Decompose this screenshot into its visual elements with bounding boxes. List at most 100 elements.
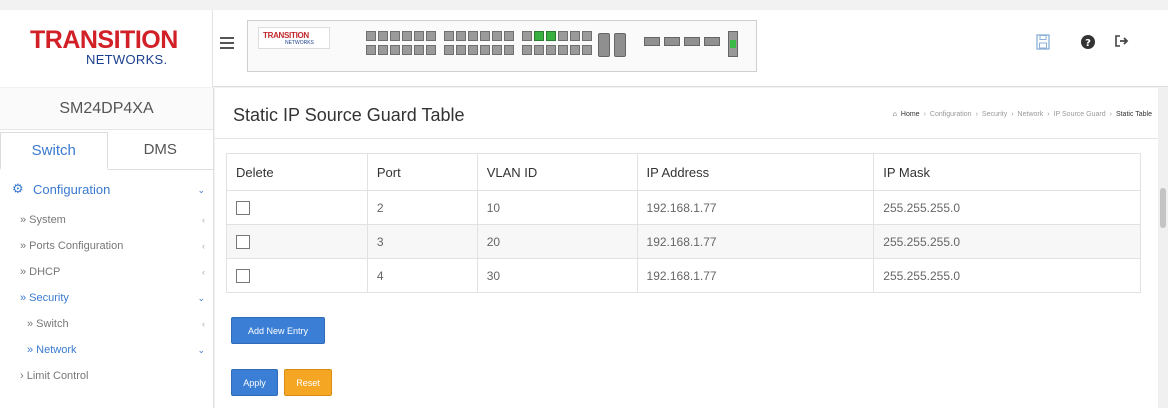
- page-title: Static IP Source Guard Table: [233, 105, 465, 125]
- table-row: 2 10 192.168.1.77 255.255.255.0: [226, 190, 1141, 225]
- breadcrumb: ⌂ Home › Configuration › Security › Network › IP …: [893, 111, 1152, 118]
- ip-address-cell: 192.168.1.77: [636, 190, 875, 225]
- sidebar-item-label: » Security: [20, 292, 69, 304]
- sidebar-tabs: Switch DMS: [0, 132, 213, 170]
- uplink-port[interactable]: [664, 37, 680, 46]
- sfp-port[interactable]: [614, 33, 626, 57]
- breadcrumb-item[interactable]: IP Source Guard: [1054, 111, 1106, 118]
- table-row: 3 20 192.168.1.77 255.255.255.0: [226, 224, 1141, 259]
- delete-cell: [226, 224, 368, 259]
- uplink-port[interactable]: [684, 37, 700, 46]
- sidebar-item-security[interactable]: » Security ⌄: [0, 285, 213, 311]
- sfp-port[interactable]: [598, 33, 610, 57]
- sidebar-item-ports-configuration[interactable]: » Ports Configuration ‹: [0, 233, 213, 259]
- vlan-id-cell: 30: [476, 258, 638, 293]
- breadcrumb-item[interactable]: Security: [982, 111, 1007, 118]
- sidebar-item-limit-control[interactable]: › Limit Control: [0, 363, 213, 389]
- vlan-id-cell: 10: [476, 190, 638, 225]
- chevron-left-icon: ‹: [202, 241, 205, 251]
- device-logo-text: TRANSITION: [263, 31, 309, 40]
- breadcrumb-separator: ›: [1011, 111, 1014, 118]
- sidebar-item-label: » Network: [27, 344, 77, 356]
- delete-checkbox[interactable]: [236, 200, 250, 215]
- port-group-2: [444, 31, 514, 57]
- ip-mask-cell: 255.255.255.0: [873, 258, 1141, 293]
- chevron-down-icon: ⌄: [197, 293, 205, 303]
- sidebar-item-label: › Limit Control: [20, 370, 89, 382]
- add-new-entry-button[interactable]: Add New Entry: [231, 317, 325, 344]
- tab-dms[interactable]: DMS: [107, 132, 213, 170]
- ip-mask-cell: 255.255.255.0: [873, 224, 1141, 259]
- uplink-port[interactable]: [704, 37, 720, 46]
- breadcrumb-item[interactable]: Home: [901, 111, 920, 118]
- console-port[interactable]: [728, 31, 738, 57]
- brand-logo[interactable]: TRANSITION NETWORKS.: [0, 10, 213, 87]
- home-icon: ⌂: [892, 111, 897, 118]
- port-cell: 2: [366, 190, 478, 225]
- sidebar: SM24DP4XA Switch DMS ⚙ Configuration ⌄ » Sy…: [0, 88, 214, 408]
- sidebar-item-label: » Switch: [27, 318, 69, 330]
- column-header-ip-mask: IP Mask: [873, 153, 1141, 191]
- delete-checkbox[interactable]: [236, 268, 250, 283]
- sidebar-item-label: » System: [20, 214, 66, 226]
- save-icon[interactable]: [1034, 34, 1052, 52]
- help-icon[interactable]: ?: [1079, 34, 1097, 52]
- reset-button[interactable]: Reset: [284, 369, 332, 396]
- sidebar-menu: ⚙ Configuration ⌄» System ‹» Ports Configur…: [0, 173, 213, 389]
- breadcrumb-item[interactable]: Network: [1018, 111, 1044, 118]
- table-header-row: Delete Port VLAN ID IP Address IP Mask: [226, 153, 1141, 191]
- device-model: SM24DP4XA: [0, 88, 213, 130]
- uplink-port[interactable]: [644, 37, 660, 46]
- table-row: 4 30 192.168.1.77 255.255.255.0: [226, 258, 1141, 293]
- sidebar-item-label: Configuration: [33, 182, 111, 197]
- static-ip-source-guard-table: Delete Port VLAN ID IP Address IP Mask 2…: [226, 153, 1141, 293]
- column-header-ip-address: IP Address: [636, 153, 875, 191]
- chevron-left-icon: ‹: [202, 319, 205, 329]
- sidebar-item-label: » DHCP: [20, 266, 61, 278]
- column-header-vlan-id: VLAN ID: [476, 153, 638, 191]
- ip-address-cell: 192.168.1.77: [636, 224, 875, 259]
- delete-cell: [226, 258, 368, 293]
- column-header-delete: Delete: [226, 153, 368, 191]
- main-content: Static IP Source Guard Table ⌂ Home › Confi…: [215, 88, 1158, 408]
- delete-checkbox[interactable]: [236, 234, 250, 249]
- gear-icon: ⚙: [12, 182, 24, 197]
- port-link-up[interactable]: [546, 31, 556, 41]
- tab-switch[interactable]: Switch: [0, 132, 108, 170]
- sidebar-item-label: » Ports Configuration: [20, 240, 124, 252]
- port-cell: 4: [366, 258, 478, 293]
- apply-button[interactable]: Apply: [231, 369, 278, 396]
- device-logo: TRANSITION NETWORKS: [258, 27, 330, 49]
- device-front-panel[interactable]: TRANSITION NETWORKS: [247, 20, 757, 72]
- breadcrumb-separator: ›: [975, 111, 978, 118]
- vlan-id-cell: 20: [476, 224, 638, 259]
- sidebar-item-dhcp[interactable]: » DHCP ‹: [0, 259, 213, 285]
- port-link-up[interactable]: [534, 31, 544, 41]
- svg-text:?: ?: [1085, 38, 1091, 49]
- chevron-down-icon: ⌄: [197, 345, 205, 355]
- delete-cell: [226, 190, 368, 225]
- chevron-left-icon: ‹: [202, 215, 205, 225]
- app-window: TRANSITION NETWORKS. TRANSITION NETWORKS: [0, 0, 1168, 408]
- breadcrumb-separator: ›: [923, 111, 926, 118]
- top-header: TRANSITION NETWORKS. TRANSITION NETWORKS: [0, 10, 1168, 87]
- ip-address-cell: 192.168.1.77: [636, 258, 875, 293]
- sidebar-item-switch[interactable]: » Switch ‹: [0, 311, 213, 337]
- scrollbar-thumb[interactable]: [1160, 188, 1166, 228]
- menu-toggle-icon[interactable]: [220, 37, 234, 49]
- ip-mask-cell: 255.255.255.0: [873, 190, 1141, 225]
- logout-icon[interactable]: [1113, 34, 1131, 52]
- port-group-1: [366, 31, 436, 57]
- breadcrumb-separator: ›: [1109, 111, 1112, 118]
- chevron-down-icon: ⌄: [197, 185, 205, 195]
- breadcrumb-item[interactable]: Configuration: [930, 111, 972, 118]
- divider: [215, 138, 1158, 139]
- sidebar-item-configuration[interactable]: ⚙ Configuration ⌄: [0, 173, 213, 207]
- logo-subtext: NETWORKS.: [86, 52, 168, 67]
- sidebar-item-network[interactable]: » Network ⌄: [0, 337, 213, 363]
- breadcrumb-item: Static Table: [1115, 111, 1152, 118]
- sidebar-item-system[interactable]: » System ‹: [0, 207, 213, 233]
- page-scrollbar[interactable]: [1158, 88, 1168, 408]
- breadcrumb-separator: ›: [1047, 111, 1050, 118]
- port-cell: 3: [366, 224, 478, 259]
